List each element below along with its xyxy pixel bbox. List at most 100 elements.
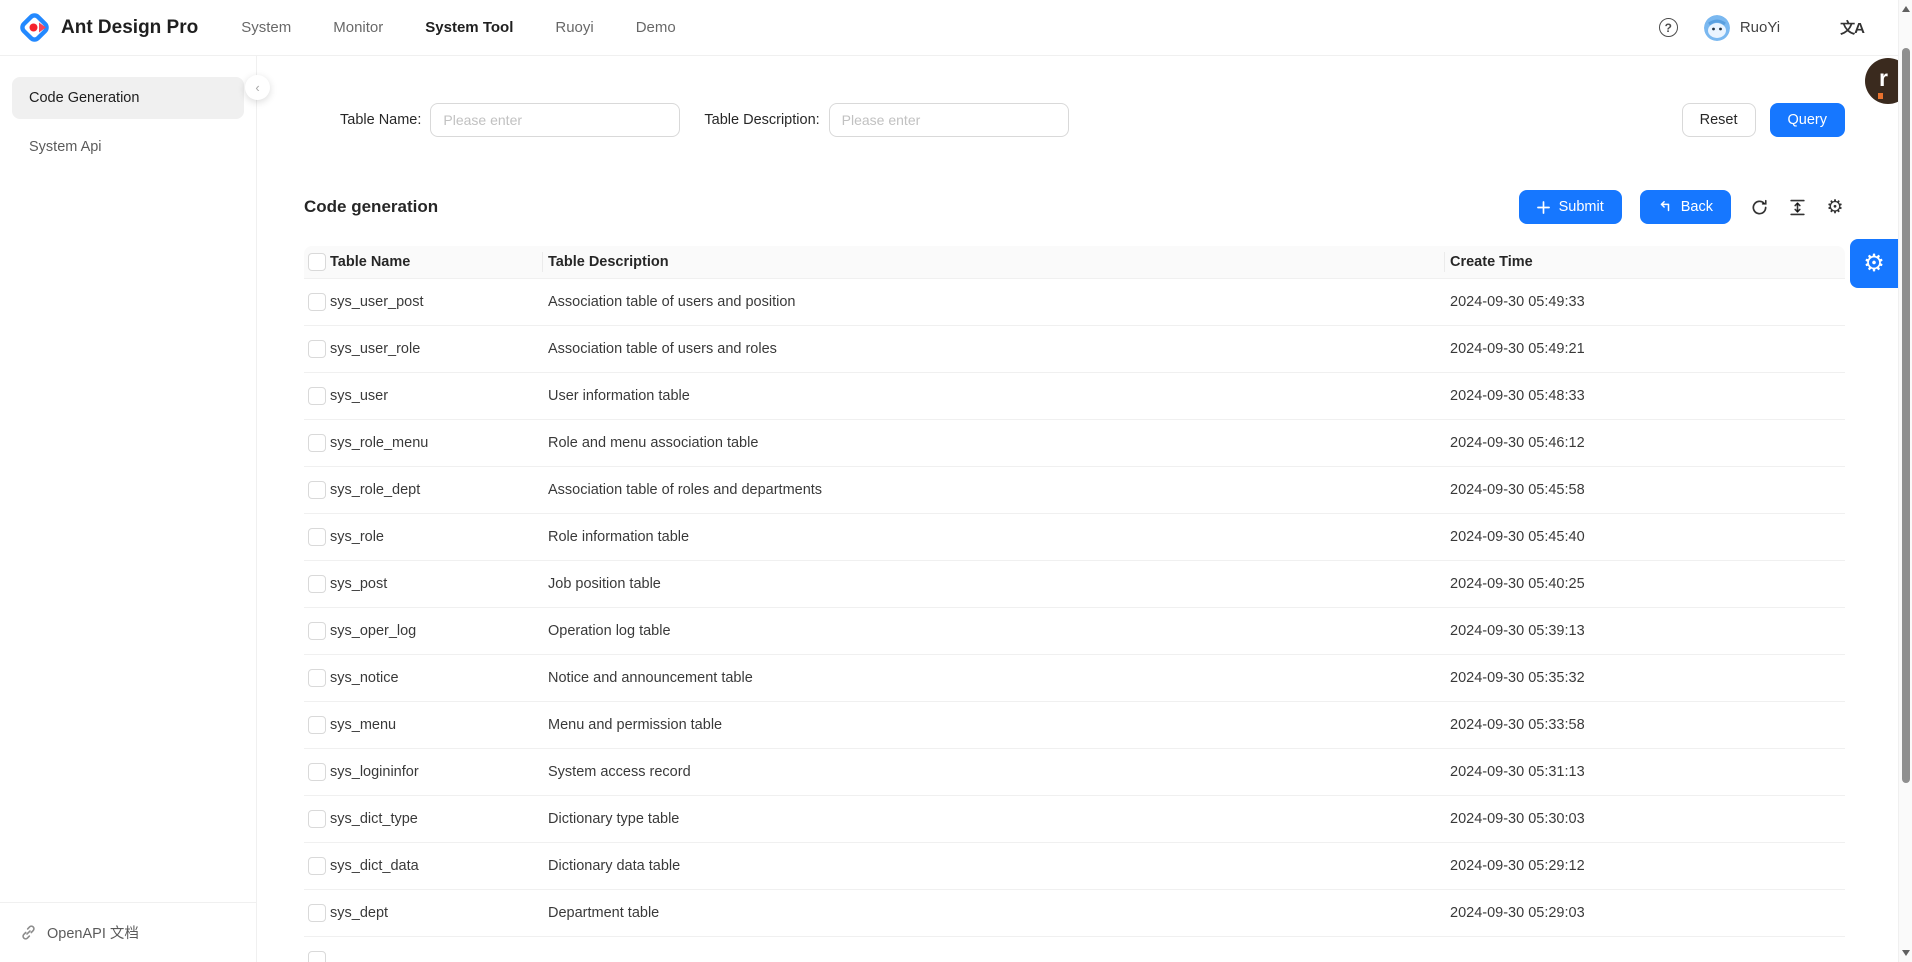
nav-item[interactable]: Demo (615, 0, 697, 56)
table-row[interactable]: sys_notice Notice and announcement table… (304, 655, 1845, 702)
table-row[interactable]: sys_dept Department table 2024-09-30 05:… (304, 890, 1845, 937)
theme-settings-button[interactable]: ⚙ (1850, 239, 1898, 288)
cell-create-time: 2024-09-30 05:29:12 (1450, 858, 1585, 874)
row-checkbox[interactable] (308, 481, 326, 499)
card-title: Code generation (304, 197, 439, 216)
table-header-row: Table Name Table Description Create Time (304, 246, 1845, 279)
nav-item[interactable]: Ruoyi (534, 0, 614, 56)
cell-table-description: System access record (548, 764, 691, 780)
table-row[interactable]: sys_dict_data Dictionary data table 2024… (304, 843, 1845, 890)
translate-icon[interactable]: 文A (1840, 17, 1865, 38)
nav-item[interactable]: Monitor (312, 0, 404, 56)
table-name-field: Table Name: (340, 103, 681, 137)
cell-table-description: Association table of roles and departmen… (548, 482, 823, 498)
reload-icon[interactable] (1749, 197, 1769, 217)
cell-create-time: 2024-09-30 05:45:58 (1450, 482, 1585, 498)
chevron-left-icon: ‹ (255, 80, 260, 95)
username[interactable]: RuoYi (1740, 19, 1780, 36)
cell-table-name: sys_dict_data (330, 858, 419, 874)
back-button[interactable]: Back (1639, 190, 1731, 224)
cell-table-description: Menu and permission table (548, 717, 723, 733)
row-checkbox[interactable] (308, 293, 326, 311)
row-checkbox[interactable] (308, 763, 326, 781)
row-checkbox[interactable] (308, 622, 326, 640)
cell-table-description: Dictionary data table (548, 858, 681, 874)
cell-table-description: User information table (548, 388, 690, 404)
row-checkbox[interactable] (308, 904, 326, 922)
cell-table-description: Association table of users and position (548, 294, 796, 310)
table-body: sys_user_post Association table of users… (304, 279, 1845, 937)
cell-create-time: 2024-09-30 05:49:21 (1450, 341, 1585, 357)
rollback-icon (1658, 200, 1672, 214)
table-row[interactable]: sys_role Role information table 2024-09-… (304, 514, 1845, 561)
cell-table-description: Dictionary type table (548, 811, 680, 827)
app-logo[interactable]: Ant Design Pro (18, 11, 198, 44)
main-content: Table Name: Table Description: Reset Que… (257, 56, 1912, 962)
reset-button[interactable]: Reset (1681, 103, 1756, 137)
query-button[interactable]: Query (1769, 103, 1845, 137)
row-checkbox[interactable] (308, 575, 326, 593)
cell-create-time: 2024-09-30 05:35:32 (1450, 670, 1585, 686)
table-row-partial[interactable] (304, 937, 1845, 962)
openapi-doc-link[interactable]: OpenAPI 文档 (0, 902, 256, 962)
main-nav: System Monitor System Tool Ruoyi Demo (220, 0, 697, 56)
row-checkbox[interactable] (308, 951, 326, 962)
nav-right: ? RuoYi 文A (1658, 14, 1865, 41)
row-checkbox[interactable] (308, 810, 326, 828)
scroll-down-arrow-icon[interactable] (1902, 950, 1910, 956)
sidebar-collapse-button[interactable]: ‹ (245, 75, 270, 100)
table-row[interactable]: sys_post Job position table 2024-09-30 0… (304, 561, 1845, 608)
cell-create-time: 2024-09-30 05:31:13 (1450, 764, 1585, 780)
cell-create-time: 2024-09-30 05:45:40 (1450, 529, 1585, 545)
cell-create-time: 2024-09-30 05:29:03 (1450, 905, 1585, 921)
row-checkbox[interactable] (308, 669, 326, 687)
help-icon[interactable]: ? (1658, 18, 1678, 37)
ant-design-logo-icon (18, 11, 51, 44)
row-checkbox[interactable] (308, 387, 326, 405)
select-all-checkbox[interactable] (308, 253, 326, 271)
table-description-input[interactable] (828, 103, 1069, 137)
table-row[interactable]: sys_logininfor System access record 2024… (304, 749, 1845, 796)
nav-item[interactable]: System (220, 0, 312, 56)
submit-button[interactable]: Submit (1518, 190, 1622, 224)
table-row[interactable]: sys_oper_log Operation log table 2024-09… (304, 608, 1845, 655)
sidebar-item[interactable]: System Api (12, 126, 244, 168)
app-title: Ant Design Pro (61, 16, 199, 38)
sidebar-item[interactable]: Code Generation (12, 77, 244, 119)
ruoyi-badge-letter: r (1879, 65, 1888, 91)
scroll-up-arrow-icon[interactable] (1902, 6, 1910, 12)
cell-create-time: 2024-09-30 05:40:25 (1450, 576, 1585, 592)
cell-table-description: Role information table (548, 529, 690, 545)
row-checkbox[interactable] (308, 340, 326, 358)
table-row[interactable]: sys_role_menu Role and menu association … (304, 420, 1845, 467)
sidebar: Code Generation System Api OpenAPI 文档 (0, 56, 257, 962)
openapi-doc-label: OpenAPI 文档 (47, 926, 139, 942)
table-row[interactable]: sys_role_dept Association table of roles… (304, 467, 1845, 514)
user-avatar[interactable] (1703, 14, 1730, 41)
row-checkbox[interactable] (308, 857, 326, 875)
row-checkbox[interactable] (308, 528, 326, 546)
link-icon (20, 924, 37, 941)
cell-table-description: Department table (548, 905, 660, 921)
table-row[interactable]: sys_user_role Association table of users… (304, 326, 1845, 373)
row-checkbox[interactable] (308, 716, 326, 734)
cell-create-time: 2024-09-30 05:33:58 (1450, 717, 1585, 733)
table-row[interactable]: sys_menu Menu and permission table 2024-… (304, 702, 1845, 749)
gear-icon: ⚙ (1863, 249, 1885, 277)
table-row[interactable]: sys_user_post Association table of users… (304, 279, 1845, 326)
settings-icon[interactable]: ⚙ (1825, 197, 1845, 217)
table-row[interactable]: sys_dict_type Dictionary type table 2024… (304, 796, 1845, 843)
plus-icon (1536, 200, 1550, 214)
vertical-scrollbar[interactable] (1898, 0, 1912, 962)
table-name-input[interactable] (430, 103, 681, 137)
cell-table-name: sys_menu (330, 717, 397, 733)
search-form: Table Name: Table Description: Reset Que… (304, 103, 1845, 137)
code-generation-table: Table Name Table Description Create Time… (304, 246, 1845, 962)
scrollbar-thumb[interactable] (1901, 48, 1910, 783)
nav-item[interactable]: System Tool (404, 0, 534, 56)
column-height-icon[interactable] (1787, 197, 1807, 217)
row-checkbox[interactable] (308, 434, 326, 452)
cell-table-name: sys_logininfor (330, 764, 419, 780)
cell-table-name: sys_dept (330, 905, 389, 921)
table-row[interactable]: sys_user User information table 2024-09-… (304, 373, 1845, 420)
